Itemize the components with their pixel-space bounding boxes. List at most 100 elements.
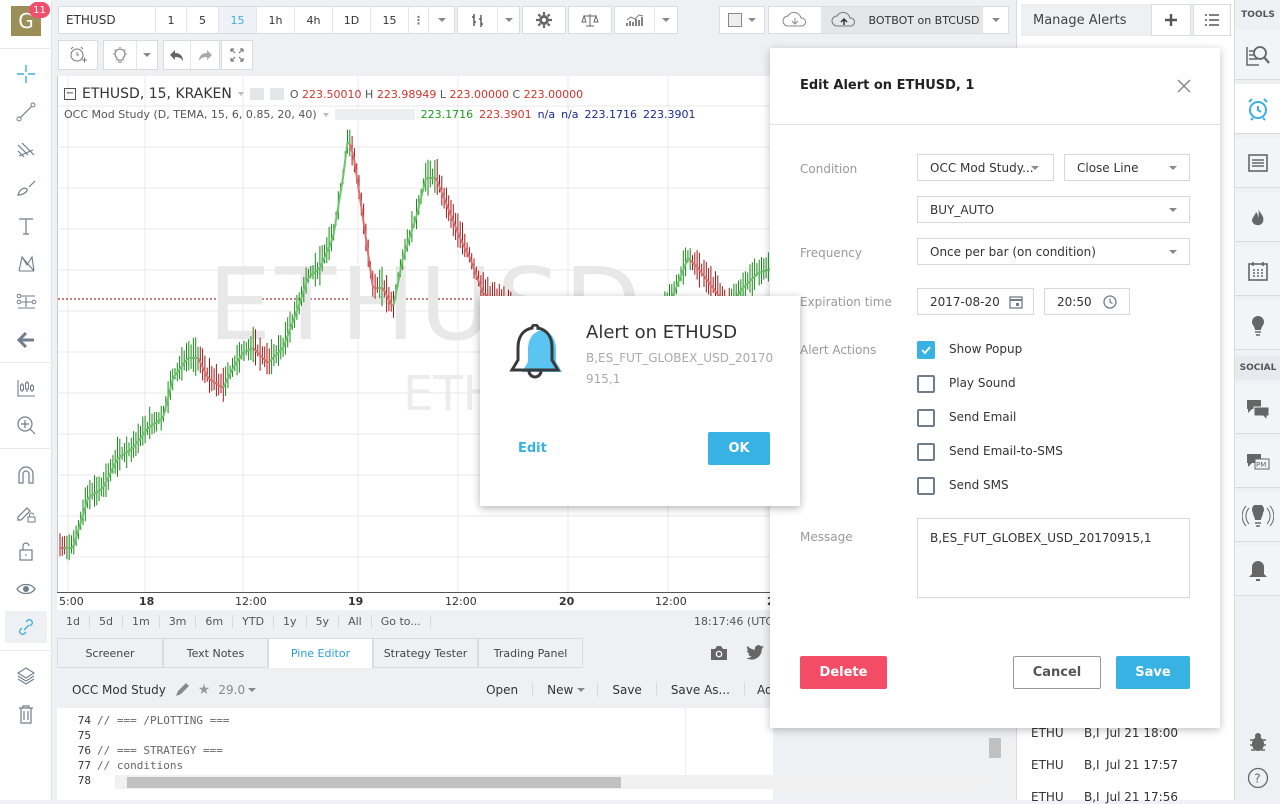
data-window-button[interactable] bbox=[1235, 138, 1280, 188]
indicators-button[interactable] bbox=[615, 7, 655, 33]
snapshot-button[interactable] bbox=[709, 644, 729, 662]
alert-log-row[interactable]: ETHUB,IJul 21 18:00 bbox=[1031, 726, 1178, 740]
interval-1h[interactable]: 1h bbox=[257, 7, 295, 33]
cancel-button[interactable]: Cancel bbox=[1013, 656, 1101, 689]
calendar-button[interactable] bbox=[1235, 246, 1280, 296]
send-sms-label[interactable]: Send SMS bbox=[949, 478, 1009, 492]
layout-name[interactable]: BOTBOT on BTCUSD bbox=[866, 7, 983, 33]
report-bug-button[interactable] bbox=[1248, 731, 1268, 753]
lock-drawings-tool[interactable] bbox=[10, 497, 42, 529]
delete-button[interactable]: Delete bbox=[800, 656, 887, 689]
calendar-icon[interactable] bbox=[1009, 295, 1023, 309]
study-title[interactable]: OCC Mod Study (D, TEMA, 15, 6, 0.85, 20,… bbox=[64, 108, 317, 121]
interval-4h[interactable]: 4h bbox=[295, 7, 333, 33]
sync-drawings-tool[interactable] bbox=[5, 611, 47, 643]
pencil-icon[interactable] bbox=[174, 682, 190, 698]
show-popup-label[interactable]: Show Popup bbox=[949, 342, 1022, 356]
expiration-date-input[interactable]: 2017-08-20 bbox=[917, 288, 1034, 315]
range-5y[interactable]: 5y bbox=[307, 615, 340, 628]
chevron-down-icon[interactable] bbox=[238, 92, 244, 96]
bar-style-button[interactable] bbox=[458, 7, 498, 33]
chevron-down-icon[interactable] bbox=[323, 113, 329, 117]
send-email-label[interactable]: Send Email bbox=[949, 410, 1016, 424]
interval-dropdown[interactable] bbox=[429, 7, 454, 33]
trend-line-tool[interactable] bbox=[10, 96, 42, 128]
close-button[interactable] bbox=[1174, 76, 1194, 96]
tab-trading-panel[interactable]: Trading Panel bbox=[478, 638, 583, 668]
horizontal-scrollbar-thumb[interactable] bbox=[127, 777, 621, 788]
undo-button[interactable] bbox=[164, 41, 191, 69]
chart-properties-button[interactable] bbox=[522, 6, 566, 34]
add-alert-button[interactable] bbox=[1151, 4, 1191, 36]
add-to-chart-button[interactable]: Ad bbox=[745, 683, 773, 697]
play-sound-checkbox[interactable] bbox=[917, 375, 935, 393]
hints-button[interactable] bbox=[104, 41, 137, 69]
series-title[interactable]: ETHUSD, 15, KRAKEN bbox=[82, 86, 232, 102]
streams-button[interactable] bbox=[1235, 492, 1280, 542]
layout-dropdown[interactable] bbox=[983, 7, 1008, 33]
measure-tool[interactable] bbox=[10, 372, 42, 404]
expiration-time-input[interactable]: 20:50 bbox=[1044, 288, 1130, 315]
popup-ok-button[interactable]: OK bbox=[708, 432, 770, 465]
tab-text-notes[interactable]: Text Notes bbox=[163, 638, 268, 668]
new-script-button[interactable]: New bbox=[533, 683, 577, 697]
range-3m[interactable]: 3m bbox=[160, 615, 197, 628]
script-title[interactable]: OCC Mod Study bbox=[72, 683, 166, 697]
pitchfork-tool[interactable] bbox=[10, 134, 42, 166]
hide-toolbar-button[interactable] bbox=[10, 324, 42, 356]
hints-dropdown[interactable] bbox=[137, 41, 157, 69]
popup-edit-link[interactable]: Edit bbox=[518, 441, 547, 456]
redo-button[interactable] bbox=[191, 41, 219, 69]
tab-pine-editor[interactable]: Pine Editor bbox=[268, 638, 373, 668]
range-1m[interactable]: 1m bbox=[123, 615, 160, 628]
send-email-to-sms-label[interactable]: Send Email-to-SMS bbox=[949, 444, 1063, 458]
pattern-tool[interactable] bbox=[10, 248, 42, 280]
range-1d[interactable]: 1d bbox=[57, 615, 90, 628]
magnet-tool[interactable] bbox=[10, 459, 42, 491]
range-all[interactable]: All bbox=[339, 615, 372, 628]
play-sound-label[interactable]: Play Sound bbox=[949, 376, 1016, 390]
message-textarea[interactable]: B,ES_FUT_GLOBEX_USD_20170915,1 bbox=[917, 518, 1190, 598]
clock-icon[interactable] bbox=[1103, 295, 1117, 309]
interval-1d[interactable]: 1D bbox=[333, 7, 371, 33]
fullscreen-button[interactable] bbox=[221, 40, 253, 70]
crosshair-tool[interactable] bbox=[10, 58, 42, 90]
alert-log-row[interactable]: ETHUB,IJul 21 17:56 bbox=[1031, 790, 1178, 804]
goto-date-button[interactable]: Go to... bbox=[372, 615, 431, 628]
send-sms-checkbox[interactable] bbox=[917, 477, 935, 495]
condition-value-select[interactable]: BUY_AUTO bbox=[917, 196, 1190, 223]
tab-strategy-tester[interactable]: Strategy Tester bbox=[373, 638, 478, 668]
time-axis[interactable]: 5:00 18 12:00 19 12:00 20 12:00 2 bbox=[57, 592, 773, 610]
tab-screener[interactable]: Screener bbox=[57, 638, 163, 668]
save-button[interactable]: Save bbox=[1116, 656, 1190, 689]
chevron-down-icon[interactable] bbox=[248, 688, 256, 692]
open-script-button[interactable]: Open bbox=[472, 683, 533, 697]
collapse-legend-icon[interactable]: − bbox=[64, 88, 76, 100]
zoom-tool[interactable] bbox=[10, 409, 42, 441]
text-tool[interactable] bbox=[10, 210, 42, 242]
condition-source-select[interactable]: OCC Mod Study... bbox=[917, 154, 1054, 181]
more-intervals-icon[interactable]: ⋮ bbox=[409, 7, 429, 33]
eye-toggle-icon[interactable] bbox=[250, 88, 264, 100]
chevron-down-icon[interactable] bbox=[577, 688, 585, 692]
series-settings-icon[interactable] bbox=[270, 88, 284, 100]
show-popup-checkbox[interactable] bbox=[917, 341, 935, 359]
hotlists-button[interactable] bbox=[1235, 192, 1280, 242]
range-ytd[interactable]: YTD bbox=[233, 615, 274, 628]
interval-1[interactable]: 1 bbox=[156, 7, 187, 33]
ideas-stream-button[interactable] bbox=[1235, 300, 1280, 350]
interval-15-custom[interactable]: 15 bbox=[371, 7, 409, 33]
save-script-button[interactable]: Save bbox=[597, 683, 656, 697]
alert-list-menu-button[interactable] bbox=[1193, 4, 1231, 36]
chart-style-dropdown[interactable] bbox=[498, 7, 519, 33]
interval-5[interactable]: 5 bbox=[187, 7, 219, 33]
alerts-button[interactable] bbox=[1235, 84, 1280, 134]
study-controls-icon[interactable] bbox=[335, 109, 415, 120]
prediction-tool[interactable] bbox=[10, 286, 42, 318]
version-select[interactable]: 29.0 bbox=[218, 683, 245, 697]
star-icon[interactable]: ★ bbox=[198, 682, 211, 698]
private-chats-button[interactable]: PM bbox=[1235, 438, 1280, 488]
save-as-button[interactable]: Save As... bbox=[657, 683, 745, 697]
remove-drawings-tool[interactable] bbox=[10, 698, 42, 730]
color-theme-button[interactable] bbox=[720, 7, 764, 33]
